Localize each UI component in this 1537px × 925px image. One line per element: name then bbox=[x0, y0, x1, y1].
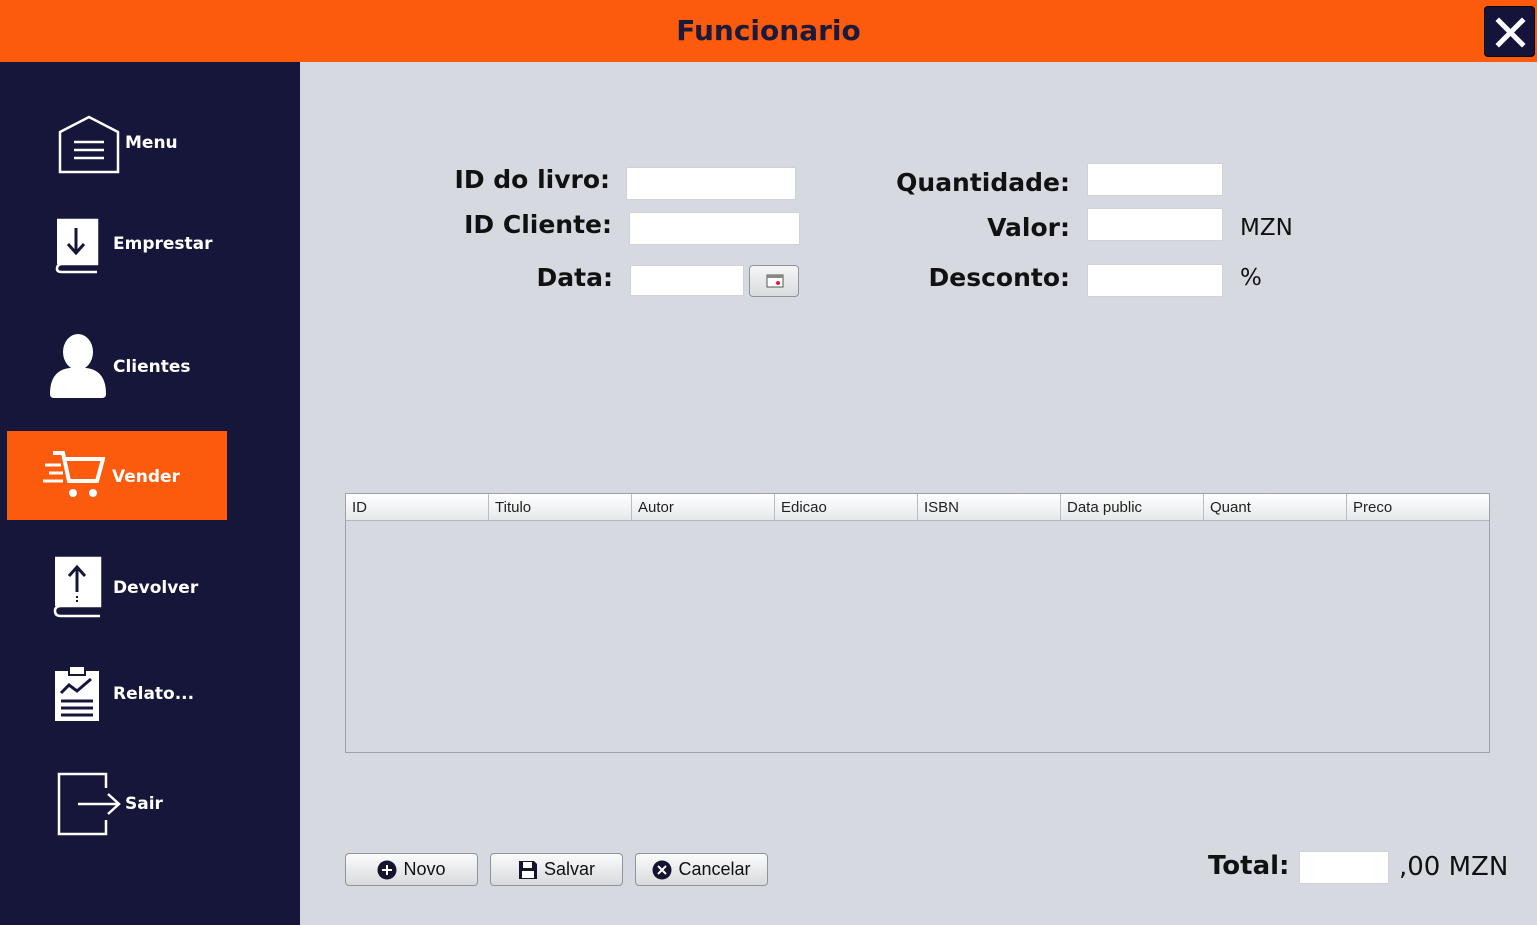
sidebar-item-label: Menu bbox=[125, 133, 178, 153]
window-title: Funcionario bbox=[676, 14, 861, 47]
column-header-titulo[interactable]: Titulo bbox=[489, 494, 632, 521]
id-cliente-label: ID Cliente: bbox=[464, 210, 612, 239]
book-upload-icon bbox=[53, 556, 102, 618]
cancel-icon bbox=[652, 860, 672, 879]
salvar-button[interactable]: Salvar bbox=[490, 853, 623, 886]
add-icon bbox=[377, 860, 397, 879]
sidebar-item-vender[interactable]: Vender bbox=[7, 431, 227, 520]
items-table[interactable]: ID Titulo Autor Edicao ISBN Data public … bbox=[345, 493, 1490, 753]
id-cliente-input[interactable] bbox=[629, 212, 800, 245]
desconto-label: Desconto: bbox=[928, 263, 1070, 292]
sidebar-item-label: Vender bbox=[112, 467, 180, 487]
column-header-preco[interactable]: Preco bbox=[1347, 494, 1489, 521]
quantidade-label: Quantidade: bbox=[896, 168, 1070, 197]
report-clipboard-icon bbox=[55, 665, 99, 721]
id-livro-input[interactable] bbox=[626, 167, 796, 200]
sidebar-item-label: Devolver bbox=[113, 578, 199, 598]
quantidade-input[interactable] bbox=[1087, 163, 1223, 196]
desconto-input[interactable] bbox=[1087, 264, 1223, 297]
total-field bbox=[1299, 851, 1389, 884]
column-header-autor[interactable]: Autor bbox=[632, 494, 775, 521]
title-bar: Funcionario bbox=[0, 0, 1537, 62]
sidebar-item-label: Emprestar bbox=[113, 234, 213, 254]
column-header-data-public[interactable]: Data public bbox=[1061, 494, 1204, 521]
sidebar-item-label: Relato... bbox=[113, 684, 195, 704]
id-livro-label: ID do livro: bbox=[454, 165, 610, 194]
column-header-edicao[interactable]: Edicao bbox=[775, 494, 918, 521]
column-header-quant[interactable]: Quant bbox=[1204, 494, 1347, 521]
sidebar-item-clientes[interactable]: Clientes bbox=[40, 332, 260, 402]
total-suffix: ,00 MZN bbox=[1399, 852, 1509, 882]
home-menu-icon bbox=[58, 115, 120, 174]
salvar-button-label: Salvar bbox=[543, 859, 596, 879]
sidebar-item-menu[interactable]: Menu bbox=[40, 112, 240, 174]
sidebar-item-label: Sair bbox=[125, 794, 163, 814]
desconto-unit: % bbox=[1240, 265, 1262, 291]
novo-button-label: Novo bbox=[403, 859, 446, 879]
column-header-id[interactable]: ID bbox=[346, 494, 489, 521]
column-header-isbn[interactable]: ISBN bbox=[918, 494, 1061, 521]
exit-icon bbox=[57, 772, 121, 836]
valor-input[interactable] bbox=[1087, 208, 1223, 241]
shopping-cart-icon bbox=[43, 451, 105, 497]
valor-unit: MZN bbox=[1240, 215, 1293, 241]
table-header: ID Titulo Autor Edicao ISBN Data public … bbox=[346, 494, 1489, 521]
valor-label: Valor: bbox=[987, 213, 1070, 242]
total-label: Total: bbox=[1208, 851, 1290, 881]
sidebar-item-emprestar[interactable]: Emprestar bbox=[40, 212, 260, 274]
save-icon bbox=[518, 860, 537, 879]
sidebar-item-devolver[interactable]: Devolver bbox=[40, 552, 260, 618]
novo-button[interactable]: Novo bbox=[345, 853, 478, 886]
close-button[interactable] bbox=[1484, 6, 1535, 57]
cancelar-button-label: Cancelar bbox=[678, 859, 751, 879]
calendar-icon bbox=[766, 274, 784, 288]
sidebar-item-relatorio[interactable]: Relato... bbox=[40, 662, 260, 724]
sidebar-item-sair[interactable]: Sair bbox=[40, 768, 240, 836]
book-download-icon bbox=[55, 218, 99, 274]
calendar-button[interactable] bbox=[749, 265, 799, 297]
sidebar-item-label: Clientes bbox=[113, 357, 191, 377]
close-icon bbox=[1495, 17, 1526, 48]
cancelar-button[interactable]: Cancelar bbox=[635, 853, 768, 886]
sidebar: Menu Emprestar Clientes Vender Devolver … bbox=[0, 62, 300, 925]
data-input[interactable] bbox=[630, 265, 744, 296]
user-icon bbox=[50, 334, 106, 398]
data-label: Data: bbox=[536, 263, 613, 292]
